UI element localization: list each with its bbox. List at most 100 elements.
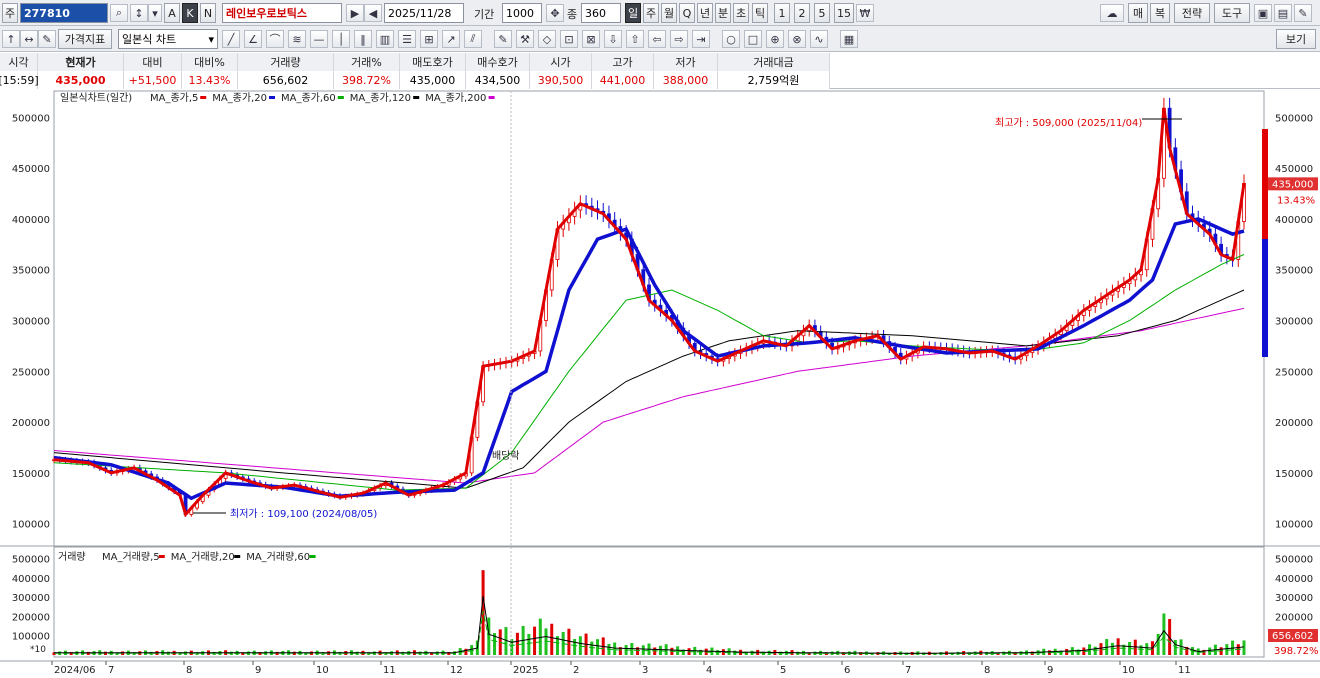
y-tick-label-left: 500000 [12,113,50,124]
market-a-button[interactable]: A [164,3,180,23]
search-icon[interactable]: ⌕ [110,4,128,22]
strategy-button[interactable]: 전략 [1174,3,1210,23]
x-tick-label: 8 [984,665,990,676]
cloud-icon[interactable]: ☁ [1100,4,1124,22]
x-tick-label: 11 [1178,665,1191,676]
box-icon[interactable]: ⊠ [582,30,600,48]
view-button[interactable]: 보기 [1276,29,1316,49]
arrows-horizontal-icon[interactable]: ↔ [20,30,38,48]
quote-value: 388,000 [654,71,718,89]
interval-button[interactable]: 분 [715,3,731,23]
y-tick-label-right: 150000 [1275,469,1313,480]
volume-tick-label-left: 300000 [12,593,50,604]
price-range-bar-up [1262,129,1268,239]
tool-icon[interactable]: ⚒ [516,30,534,48]
buy-button[interactable]: 매 [1128,3,1148,23]
rect-icon[interactable]: □ [744,30,762,48]
interval-button[interactable]: 일 [625,3,641,23]
vline-icon[interactable]: │ [332,30,350,48]
arrow-up-icon[interactable]: ↑ [2,30,20,48]
interval-button[interactable]: Q [679,3,695,23]
chevron-down-icon[interactable]: ▾ [148,4,162,22]
quote-header: 저가 [654,53,718,71]
y-tick-label-left: 400000 [12,215,50,226]
quote-header: 매도호가 [400,53,466,71]
stock-chart[interactable]: 500000 500000450000 450000400000 4000003500… [0,89,1320,678]
interval-button[interactable]: 월 [661,3,677,23]
legend-swatch [269,96,275,99]
volume-scale-label: *10 [30,645,46,655]
interval-button[interactable]: 5 [814,3,830,23]
date-input[interactable]: 2025/11/28 [384,3,464,23]
circle-icon[interactable]: ○ [722,30,740,48]
volume-tick-label-right: 200000 [1275,612,1313,623]
arrow-icon[interactable]: ↗ [442,30,460,48]
hline-icon[interactable]: — [310,30,328,48]
arc-icon[interactable]: ⌒ [266,30,284,48]
folder-icon[interactable]: ▣ [1254,4,1272,22]
interval-button[interactable]: 15 [834,3,854,23]
volume-legend-item: MA_거래량,60 [246,551,310,563]
tools-button[interactable]: 도구 [1214,3,1250,23]
quote-header: 현재가 [38,53,124,71]
legend-item: MA_종가,200 [425,92,486,104]
angle-icon[interactable]: ∠ [244,30,262,48]
quote-value: 2,759억원 [718,71,830,89]
duplicate-button[interactable]: 복 [1150,3,1170,23]
select-icon[interactable]: ⊡ [560,30,578,48]
stock-code-input[interactable]: 277810 [20,3,108,23]
pen-icon[interactable]: ✎ [494,30,512,48]
interval-button[interactable]: 틱 [752,3,768,23]
target-icon[interactable]: ⊗ [788,30,806,48]
right-icon[interactable]: ⇨ [670,30,688,48]
high-annotation: 최고가 : 509,000 (2025/11/04) [995,117,1142,129]
price-indicator-button[interactable]: 가격지표 [58,29,112,49]
legend-item: MA_종가,5 [150,92,198,104]
market-mode-button[interactable]: 주 [2,3,18,23]
x-tick-label: 2024/06 [54,665,96,676]
volume-tick-label-right: 500000 [1275,555,1313,566]
diamond-icon[interactable]: ◇ [538,30,556,48]
crosshair-icon[interactable]: ✥ [546,4,564,22]
interval-button[interactable]: 초 [733,3,749,23]
market-n-button[interactable]: N [200,3,216,23]
wave-icon[interactable]: ∿ [810,30,828,48]
save-icon[interactable]: ▤ [1274,4,1292,22]
fibo-icon[interactable]: ≋ [288,30,306,48]
end-icon[interactable]: ⇥ [692,30,710,48]
line-icon[interactable]: ╱ [222,30,240,48]
legend-item: MA_종가,60 [281,92,336,104]
pattern-icon[interactable]: ▦ [840,30,858,48]
volume-legend-title: 거래량 [58,551,86,563]
count-input[interactable]: 360 [581,3,621,23]
period-input[interactable]: 1000 [502,3,542,23]
list-icon[interactable]: ☰ [398,30,416,48]
y-tick-label-left: 200000 [12,418,50,429]
channel-icon[interactable]: ‖ [354,30,372,48]
interval-button[interactable]: 1 [774,3,790,23]
dividend-annotation: 배당락 [492,450,520,462]
volume-bar [613,642,617,655]
settings-icon[interactable]: ✎ [1294,4,1312,22]
sigma-icon[interactable]: ₩ [856,4,874,22]
interval-button[interactable]: 년 [697,3,713,23]
parallel-icon[interactable]: ⫽ [464,30,482,48]
stock-name-field[interactable]: 레인보우로보틱스 [222,3,342,23]
play-left-icon[interactable]: ◀ [364,4,382,22]
table-icon[interactable]: ⊞ [420,30,438,48]
sort-icon[interactable]: ↕ [130,4,148,22]
edit-icon[interactable]: ✎ [38,30,56,48]
up-icon[interactable]: ⇧ [626,30,644,48]
down-icon[interactable]: ⇩ [604,30,622,48]
grid-icon[interactable]: ▥ [376,30,394,48]
zoom-icon[interactable]: ⊕ [766,30,784,48]
chart-type-select[interactable]: 일본식 차트 ▾ [118,29,218,49]
interval-button[interactable]: 2 [794,3,810,23]
play-right-icon[interactable]: ▶ [346,4,364,22]
volume-tick-label-left: 100000 [12,632,50,643]
quote-value: 441,000 [592,71,654,89]
interval-button[interactable]: 주 [643,3,659,23]
quote-value: 656,602 [238,71,334,89]
left-icon[interactable]: ⇦ [648,30,666,48]
market-k-button[interactable]: K [182,3,198,23]
